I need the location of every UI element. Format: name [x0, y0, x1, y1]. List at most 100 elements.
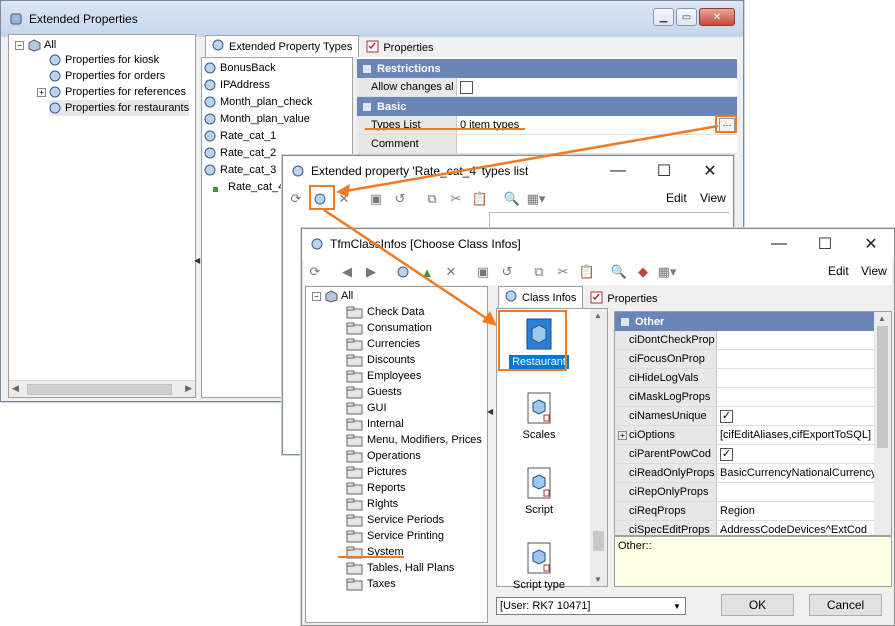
- w1-tree-scrollbar[interactable]: ◀ ▶: [9, 380, 195, 397]
- checkbox[interactable]: ✓: [720, 409, 733, 423]
- prop-comment[interactable]: Comment: [357, 135, 737, 154]
- group-other[interactable]: Other: [615, 312, 874, 331]
- undo-icon[interactable]: ↺: [389, 188, 411, 210]
- prop-value[interactable]: BasicCurrencyNationalCurrency: [717, 464, 874, 482]
- collapse-icon[interactable]: −: [312, 291, 321, 301]
- w3-menu-view[interactable]: View: [861, 264, 887, 278]
- icon-tile-script[interactable]: Script: [503, 466, 575, 516]
- prop-value[interactable]: [717, 388, 874, 406]
- list-item[interactable]: Month_plan_value: [204, 111, 310, 127]
- tree-item[interactable]: + Properties for references: [37, 84, 186, 100]
- tree-item[interactable]: Currencies: [346, 336, 420, 352]
- group-basic[interactable]: Basic: [357, 97, 737, 116]
- tab-properties[interactable]: Properties: [359, 37, 440, 57]
- tree-item[interactable]: Menu, Modifiers, Prices: [346, 432, 482, 448]
- close-icon[interactable]: ✕: [848, 229, 894, 259]
- tree-root[interactable]: − All: [312, 288, 353, 304]
- tree-item[interactable]: Rights: [346, 496, 398, 512]
- refresh-icon[interactable]: ⟳: [304, 261, 326, 283]
- tree-item[interactable]: Consumation: [346, 320, 432, 336]
- cut-icon[interactable]: ✂: [445, 188, 467, 210]
- tab-extended-property-types[interactable]: Extended Property Types: [205, 35, 360, 57]
- w2-menu-edit[interactable]: Edit: [666, 191, 687, 205]
- minimize-icon[interactable]: —: [595, 156, 641, 186]
- prop-value[interactable]: [cifEditAliases,cifExportToSQL]: [717, 426, 874, 444]
- tree-item[interactable]: Check Data: [346, 304, 424, 320]
- icon-tile-scales[interactable]: Scales: [503, 391, 575, 441]
- maximize-icon[interactable]: ☐: [802, 229, 848, 259]
- forward-icon[interactable]: ▶: [360, 261, 382, 283]
- cancel-button[interactable]: Cancel: [809, 594, 882, 616]
- tree-item[interactable]: Internal: [346, 416, 404, 432]
- chevron-down-icon[interactable]: ▼: [669, 598, 685, 614]
- delete-icon[interactable]: ✕: [440, 261, 462, 283]
- prop-value[interactable]: ✓: [717, 445, 874, 463]
- w3-menu-edit[interactable]: Edit: [828, 264, 849, 278]
- tab-properties[interactable]: Properties: [583, 288, 664, 308]
- save-icon[interactable]: ▣: [365, 188, 387, 210]
- prop-row[interactable]: ciFocusOnProp: [615, 350, 874, 369]
- undo-icon[interactable]: ↺: [496, 261, 518, 283]
- minimize-icon[interactable]: —: [756, 229, 802, 259]
- prop-row[interactable]: ciSpecEditProps AddressCodeDevices^ExtCod: [615, 521, 874, 535]
- view-mode-icon[interactable]: ▦▾: [525, 188, 547, 210]
- tree-item[interactable]: Operations: [346, 448, 421, 464]
- delete-icon[interactable]: ✕: [333, 188, 355, 210]
- back-icon[interactable]: ◀: [336, 261, 358, 283]
- search-icon[interactable]: 🔍: [608, 261, 630, 283]
- prop-value[interactable]: 0 item types: [457, 116, 737, 134]
- tree-item[interactable]: Properties for restaurants: [49, 100, 190, 116]
- expand-icon[interactable]: +: [618, 431, 627, 440]
- list-item[interactable]: Rate_cat_4: [212, 179, 284, 195]
- tree-item[interactable]: Discounts: [346, 352, 415, 368]
- prop-value[interactable]: [717, 331, 874, 349]
- palette-icon[interactable]: ◆: [632, 261, 654, 283]
- add-up-icon[interactable]: ▲: [416, 261, 438, 283]
- tab-class-infos[interactable]: Class Infos: [498, 286, 584, 308]
- new-icon[interactable]: [392, 261, 414, 283]
- paste-icon[interactable]: 📋: [576, 261, 598, 283]
- prop-row[interactable]: ciReadOnlyProps BasicCurrencyNationalCurr…: [615, 464, 874, 483]
- tree-item[interactable]: Service Periods: [346, 512, 444, 528]
- tree-item[interactable]: GUI: [346, 400, 387, 416]
- prop-value[interactable]: ✓: [717, 407, 874, 425]
- tree-item[interactable]: Reports: [346, 480, 406, 496]
- icon-tile-script-type[interactable]: Script type: [503, 541, 575, 591]
- prop-grid-scrollbar[interactable]: ▲: [874, 312, 891, 535]
- maximize-icon[interactable]: ☐: [641, 156, 687, 186]
- search-icon[interactable]: 🔍: [501, 188, 523, 210]
- list-item[interactable]: IPAddress: [204, 77, 270, 93]
- paste-icon[interactable]: 📋: [469, 188, 491, 210]
- allow-changes-checkbox[interactable]: [460, 80, 473, 94]
- prop-types-list[interactable]: Types List 0 item types ···: [357, 116, 737, 135]
- list-item[interactable]: Rate_cat_1: [204, 128, 276, 144]
- user-combo[interactable]: [User: RK7 10471] ▼: [496, 597, 686, 615]
- view-mode-icon[interactable]: ▦▾: [656, 261, 678, 283]
- prop-row[interactable]: ciReqProps Region: [615, 502, 874, 521]
- tree-root[interactable]: − All: [15, 37, 56, 53]
- collapse-icon[interactable]: −: [15, 40, 24, 50]
- checkbox[interactable]: ✓: [720, 447, 733, 461]
- prop-value[interactable]: [717, 483, 874, 501]
- cut-icon[interactable]: ✂: [552, 261, 574, 283]
- tree-item[interactable]: Taxes: [346, 576, 396, 592]
- prop-value[interactable]: AddressCodeDevices^ExtCod: [717, 521, 874, 535]
- prop-value[interactable]: [717, 350, 874, 368]
- prop-value[interactable]: [457, 78, 737, 96]
- prop-value[interactable]: Region: [717, 502, 874, 520]
- group-restrictions[interactable]: Restrictions: [357, 59, 737, 78]
- splitter-arrow[interactable]: ◀: [194, 256, 200, 265]
- prop-row[interactable]: ciNamesUnique ✓: [615, 407, 874, 426]
- refresh-icon[interactable]: ⟳: [285, 188, 307, 210]
- prop-allow-changes[interactable]: Allow changes al: [357, 78, 737, 97]
- prop-row[interactable]: ciDontCheckProp: [615, 331, 874, 350]
- copy-icon[interactable]: ⧉: [528, 261, 550, 283]
- splitter-arrow[interactable]: ◀: [487, 407, 493, 416]
- tree-item[interactable]: Pictures: [346, 464, 407, 480]
- prop-value[interactable]: [717, 369, 874, 387]
- prop-row[interactable]: ciMaskLogProps: [615, 388, 874, 407]
- list-item[interactable]: Rate_cat_3: [204, 162, 276, 178]
- list-item[interactable]: BonusBack: [204, 60, 276, 76]
- tree-item[interactable]: Tables, Hall Plans: [346, 560, 454, 576]
- prop-row[interactable]: ciParentPowCod ✓: [615, 445, 874, 464]
